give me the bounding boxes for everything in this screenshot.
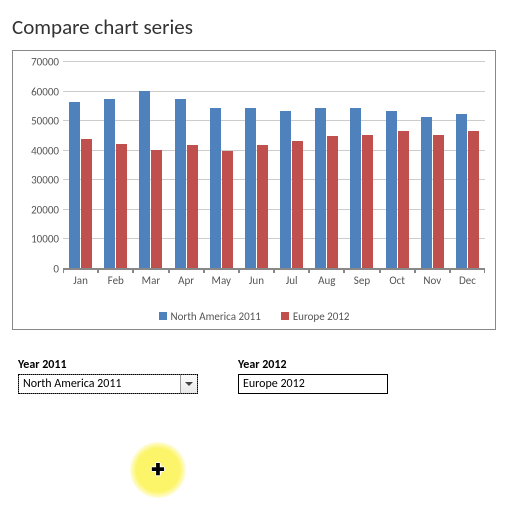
- bar-group: Aug: [309, 61, 344, 268]
- legend-swatch: [159, 312, 167, 320]
- control-label-2012: Year 2012: [238, 358, 388, 372]
- bar: [280, 111, 291, 268]
- x-axis-label: Jul: [274, 268, 309, 287]
- y-axis-label: 0: [53, 263, 63, 276]
- x-axis-label: Jun: [239, 268, 274, 287]
- page-title: Compare chart series: [12, 14, 500, 40]
- x-axis-label: Sep: [344, 268, 379, 287]
- bar-group: Jan: [63, 61, 98, 268]
- bar: [69, 102, 80, 268]
- y-axis-label: 70000: [31, 56, 63, 69]
- bar: [433, 135, 444, 268]
- bar: [362, 135, 373, 268]
- control-label-2011: Year 2011: [18, 358, 198, 372]
- legend-item: Europe 2012: [281, 310, 350, 323]
- bar-group: Apr: [169, 61, 204, 268]
- y-axis-label: 50000: [31, 115, 63, 128]
- bar-group: Jul: [274, 61, 309, 268]
- y-axis-label: 10000: [31, 233, 63, 246]
- series-select-2011[interactable]: North America 2011: [18, 374, 198, 394]
- bar: [187, 145, 198, 268]
- chart-legend: North America 2011 Europe 2012: [13, 310, 495, 324]
- bar: [386, 111, 397, 268]
- bar: [245, 108, 256, 268]
- bar: [456, 114, 467, 268]
- chart-container: 010000200003000040000500006000070000JanF…: [12, 50, 496, 330]
- bar: [468, 131, 479, 269]
- x-axis-label: Oct: [380, 268, 415, 287]
- x-axis-label: Feb: [98, 268, 133, 287]
- bar: [327, 136, 338, 268]
- crosshair-cursor-icon: ✚: [151, 460, 164, 480]
- bar-group: Oct: [380, 61, 415, 268]
- bar: [257, 145, 268, 268]
- bar: [222, 151, 233, 268]
- control-year-2012: Year 2012 Europe 2012: [238, 358, 388, 394]
- bar: [151, 150, 162, 268]
- bar: [421, 117, 432, 268]
- y-axis-label: 40000: [31, 144, 63, 157]
- series-display-2012[interactable]: Europe 2012: [238, 374, 388, 394]
- bar: [292, 141, 303, 268]
- bar-group: Jun: [239, 61, 274, 268]
- bar-group: Mar: [133, 61, 168, 268]
- bar-group: Nov: [415, 61, 450, 268]
- bar-group: Dec: [450, 61, 485, 268]
- bar: [350, 108, 361, 268]
- y-axis-label: 20000: [31, 203, 63, 216]
- series-select-2011-button[interactable]: [180, 375, 197, 393]
- bar: [315, 108, 326, 268]
- legend-label: Europe 2012: [293, 310, 350, 323]
- bar: [81, 139, 92, 268]
- legend-swatch: [281, 312, 289, 320]
- x-axis-label: Dec: [450, 268, 485, 287]
- bar: [398, 131, 409, 269]
- bar: [104, 99, 115, 268]
- series-select-2011-value: North America 2011: [19, 375, 180, 393]
- bar: [139, 91, 150, 268]
- x-axis-label: Nov: [415, 268, 450, 287]
- chevron-down-icon: [185, 382, 193, 386]
- controls-row: Year 2011 North America 2011 Year 2012 E…: [18, 358, 500, 394]
- y-axis-label: 60000: [31, 85, 63, 98]
- bar-group: Sep: [344, 61, 379, 268]
- x-axis-label: May: [204, 268, 239, 287]
- x-axis-label: Jan: [63, 268, 98, 287]
- bar-group: Feb: [98, 61, 133, 268]
- legend-label: North America 2011: [171, 310, 261, 323]
- x-axis-label: Aug: [309, 268, 344, 287]
- bar: [116, 144, 127, 268]
- cursor-highlight: ✚: [130, 442, 186, 498]
- bar: [175, 99, 186, 268]
- bar: [210, 108, 221, 268]
- control-year-2011: Year 2011 North America 2011: [18, 358, 198, 394]
- bar-group: May: [204, 61, 239, 268]
- x-axis-label: Mar: [133, 268, 168, 287]
- x-axis-label: Apr: [169, 268, 204, 287]
- y-axis-label: 30000: [31, 174, 63, 187]
- legend-item: North America 2011: [159, 310, 261, 323]
- chart-plot-area: 010000200003000040000500006000070000JanF…: [63, 61, 485, 269]
- bars-area: JanFebMarAprMayJunJulAugSepOctNovDec: [63, 61, 485, 268]
